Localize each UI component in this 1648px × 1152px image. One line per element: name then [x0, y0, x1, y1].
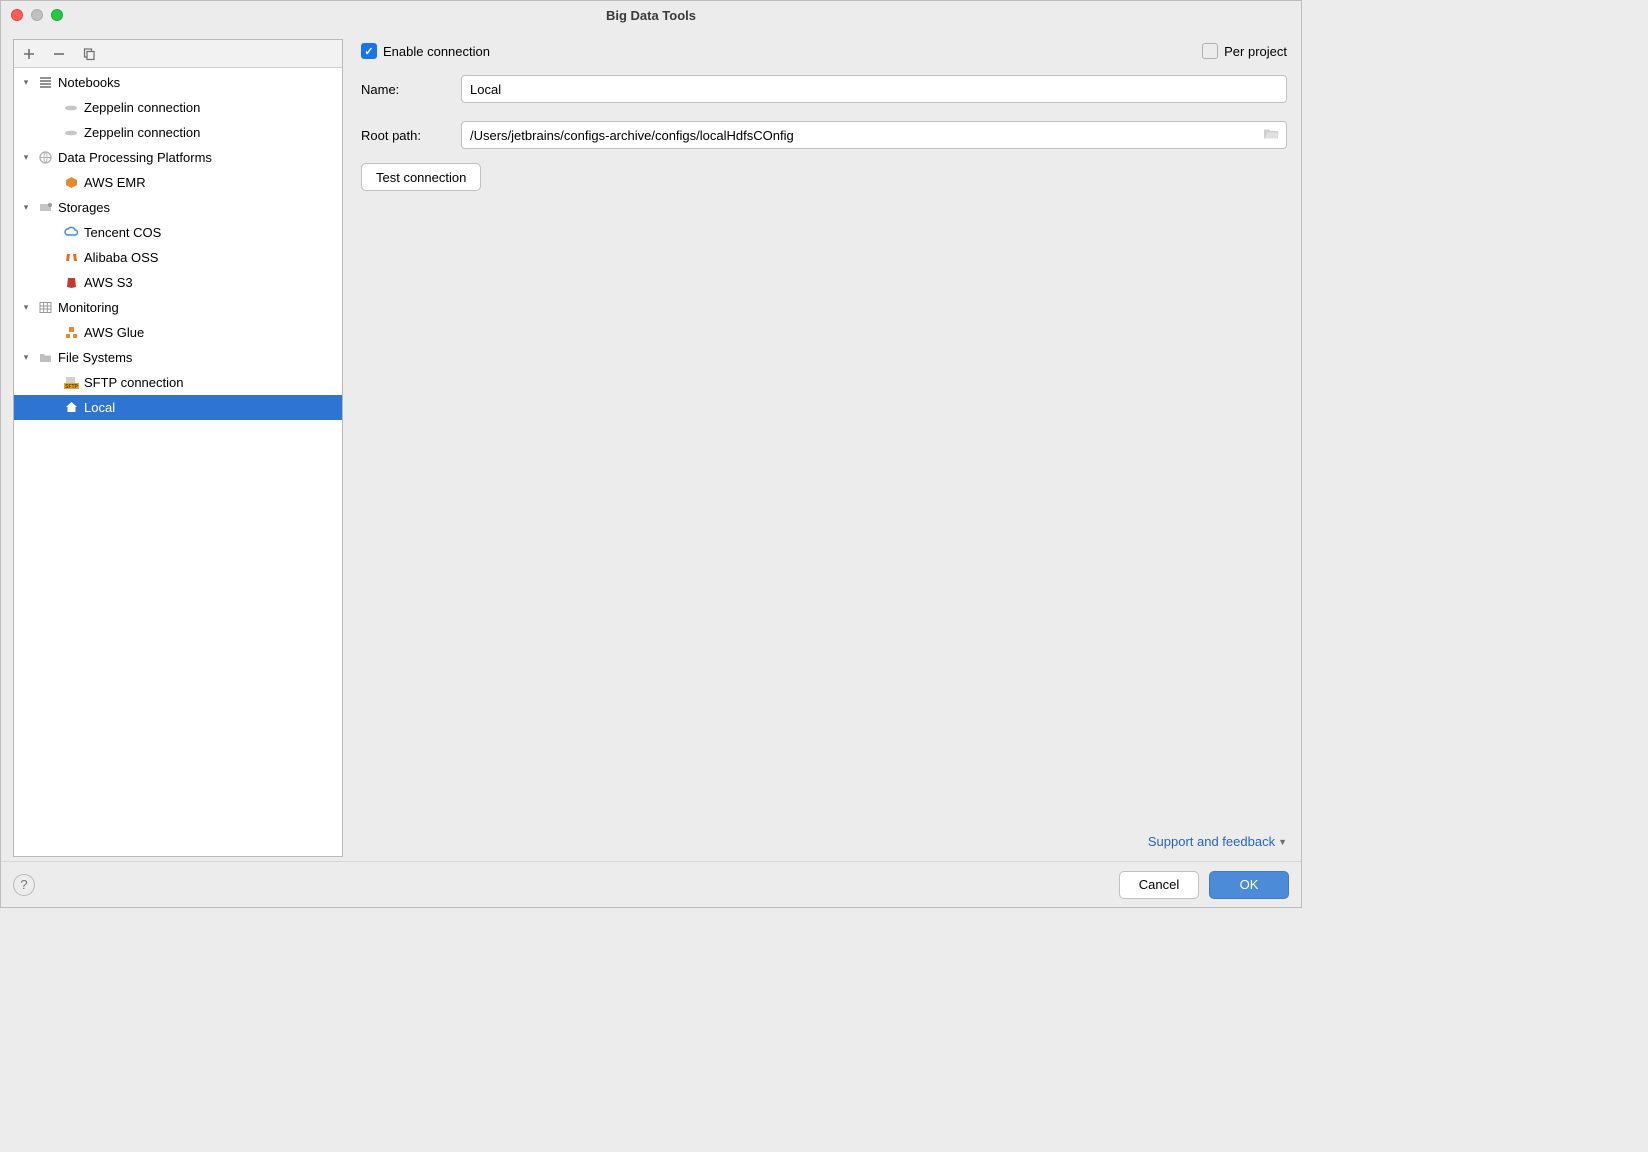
notebooks-icon	[36, 74, 54, 92]
sftp-icon: SFTP	[62, 374, 80, 392]
ok-button[interactable]: OK	[1209, 871, 1289, 899]
aws-emr-icon	[62, 174, 80, 192]
tree-category-notebooks[interactable]: ▾ Notebooks	[14, 70, 342, 95]
dropdown-triangle-icon: ▼	[1278, 837, 1287, 847]
tree-category-label: Storages	[58, 200, 110, 215]
tree-item-label: Zeppelin connection	[84, 100, 200, 115]
globe-icon	[36, 149, 54, 167]
alibaba-oss-icon	[62, 249, 80, 267]
tree-item-zeppelin[interactable]: Zeppelin connection	[14, 120, 342, 145]
support-feedback-label: Support and feedback	[1148, 834, 1275, 849]
browse-folder-icon[interactable]	[1263, 127, 1279, 144]
aws-s3-icon	[62, 274, 80, 292]
tree-category-label: Notebooks	[58, 75, 120, 90]
chevron-down-icon[interactable]: ▾	[18, 352, 34, 363]
tree-item-label: Tencent COS	[84, 225, 161, 240]
tree-category-filesystems[interactable]: ▾ File Systems	[14, 345, 342, 370]
tree-toolbar	[14, 40, 342, 68]
tree-item-tencent-cos[interactable]: Tencent COS	[14, 220, 342, 245]
name-input[interactable]	[461, 75, 1287, 103]
tree-category-label: Data Processing Platforms	[58, 150, 212, 165]
tree-item-aws-emr[interactable]: AWS EMR	[14, 170, 342, 195]
chevron-down-icon[interactable]: ▾	[18, 152, 34, 163]
dialog-button-bar: ? Cancel OK	[1, 861, 1301, 907]
tree-item-aws-glue[interactable]: AWS Glue	[14, 320, 342, 345]
root-path-input[interactable]	[461, 121, 1287, 149]
enable-connection-checkbox[interactable]	[361, 43, 377, 59]
tree-item-sftp[interactable]: SFTP SFTP connection	[14, 370, 342, 395]
connections-tree: ▾ Notebooks Zeppelin connection Zeppelin…	[14, 68, 342, 856]
home-icon	[62, 399, 80, 417]
connections-tree-panel: ▾ Notebooks Zeppelin connection Zeppelin…	[13, 39, 343, 857]
tree-category-processing[interactable]: ▾ Data Processing Platforms	[14, 145, 342, 170]
tree-item-zeppelin[interactable]: Zeppelin connection	[14, 95, 342, 120]
monitoring-icon	[36, 299, 54, 317]
tree-category-monitoring[interactable]: ▾ Monitoring	[14, 295, 342, 320]
window-title: Big Data Tools	[1, 8, 1301, 23]
enable-connection-label: Enable connection	[383, 44, 490, 59]
zeppelin-icon	[62, 99, 80, 117]
enable-connection-field[interactable]: Enable connection	[361, 43, 490, 59]
per-project-label: Per project	[1224, 44, 1287, 59]
tree-item-label: Zeppelin connection	[84, 125, 200, 140]
tree-category-label: Monitoring	[58, 300, 119, 315]
titlebar: Big Data Tools	[1, 1, 1301, 29]
tree-item-alibaba-oss[interactable]: Alibaba OSS	[14, 245, 342, 270]
per-project-field[interactable]: Per project	[1202, 43, 1287, 59]
connection-settings-panel: Enable connection Per project Name: Root…	[359, 39, 1289, 857]
support-feedback-link[interactable]: Support and feedback ▼	[1148, 834, 1287, 849]
svg-text:SFTP: SFTP	[65, 384, 78, 389]
aws-glue-icon	[62, 324, 80, 342]
chevron-down-icon[interactable]: ▾	[18, 202, 34, 213]
per-project-checkbox[interactable]	[1202, 43, 1218, 59]
remove-button[interactable]	[50, 45, 68, 63]
tree-item-label: AWS Glue	[84, 325, 144, 340]
tree-item-aws-s3[interactable]: AWS S3	[14, 270, 342, 295]
tencent-cos-icon	[62, 224, 80, 242]
name-label: Name:	[361, 82, 449, 97]
tree-item-label: Alibaba OSS	[84, 250, 158, 265]
tree-item-label: AWS S3	[84, 275, 133, 290]
tree-item-label: Local	[84, 400, 115, 415]
zeppelin-icon	[62, 124, 80, 142]
storage-icon	[36, 199, 54, 217]
chevron-down-icon[interactable]: ▾	[18, 302, 34, 313]
chevron-down-icon[interactable]: ▾	[18, 77, 34, 88]
test-connection-button[interactable]: Test connection	[361, 163, 481, 191]
tree-item-label: SFTP connection	[84, 375, 183, 390]
add-button[interactable]	[20, 45, 38, 63]
help-button[interactable]: ?	[13, 874, 35, 896]
cancel-button[interactable]: Cancel	[1119, 871, 1199, 899]
tree-item-label: AWS EMR	[84, 175, 146, 190]
copy-button[interactable]	[80, 45, 98, 63]
tree-category-label: File Systems	[58, 350, 132, 365]
tree-category-storages[interactable]: ▾ Storages	[14, 195, 342, 220]
tree-item-local[interactable]: Local	[14, 395, 342, 420]
folder-icon	[36, 349, 54, 367]
root-path-label: Root path:	[361, 128, 449, 143]
